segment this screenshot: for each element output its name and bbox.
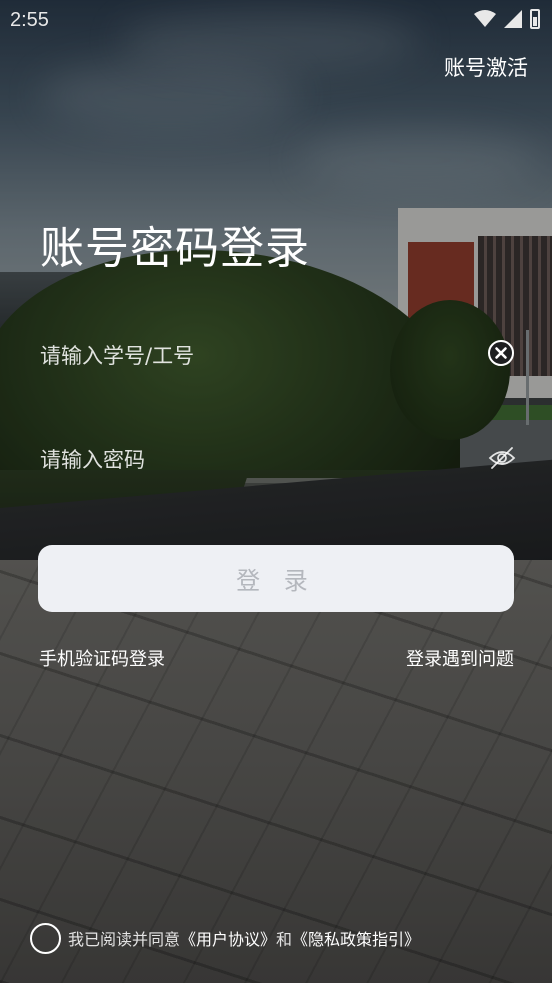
account-field — [38, 326, 516, 386]
eye-off-icon[interactable] — [488, 446, 516, 470]
login-help-link[interactable]: 登录遇到问题 — [406, 645, 514, 671]
status-time: 2:55 — [10, 9, 49, 31]
battery-icon — [530, 9, 540, 29]
user-agreement-link[interactable]: 《用户协议》 — [180, 926, 276, 950]
account-activate-link[interactable]: 账号激活 — [444, 52, 528, 82]
status-bar: 2:55 — [0, 0, 552, 38]
signal-icon — [504, 10, 522, 28]
clear-icon[interactable] — [488, 340, 514, 366]
agreement-prefix: 我已阅读并同意 — [68, 930, 181, 949]
privacy-policy-link[interactable]: 《隐私政策指引》 — [292, 926, 420, 950]
page-title: 账号密码登录 — [40, 223, 310, 274]
agree-checkbox[interactable] — [30, 922, 61, 954]
password-input[interactable] — [38, 430, 516, 490]
agreement-row: 我已阅读并同意 《用户协议》 和 《隐私政策指引》 — [30, 922, 420, 954]
sms-login-link[interactable]: 手机验证码登录 — [39, 645, 165, 671]
wifi-icon — [474, 10, 496, 27]
agreement-conjunction: 和 — [276, 930, 293, 949]
status-icons — [474, 9, 540, 29]
dark-overlay — [0, 0, 552, 983]
password-field — [38, 430, 516, 490]
login-button[interactable]: 登 录 — [38, 545, 514, 612]
background-photo — [0, 0, 552, 983]
account-input[interactable] — [38, 326, 516, 386]
